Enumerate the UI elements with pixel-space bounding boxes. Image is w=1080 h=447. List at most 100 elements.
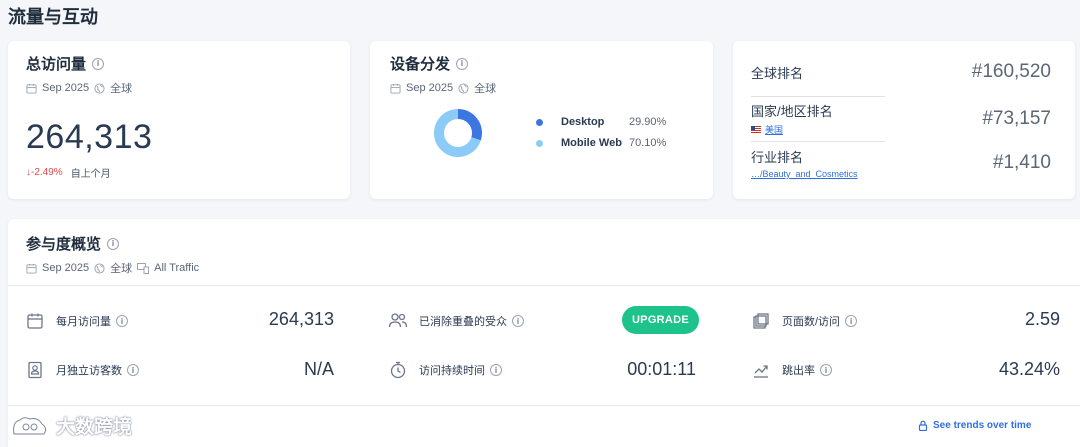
- legend-dot: [536, 139, 543, 147]
- divider: [751, 96, 885, 97]
- metric-dedup-audience: 已消除重叠的受众 i: [387, 310, 524, 332]
- legend-item-mobile-web: Mobile Web 70.10%: [536, 137, 666, 149]
- watermark: 大数跨境: [10, 412, 132, 439]
- country-link-text[interactable]: 美国: [765, 123, 783, 136]
- device-title: 设备分发 i: [390, 53, 693, 74]
- legend-pct: 70.10%: [629, 137, 667, 149]
- info-icon[interactable]: i: [127, 364, 139, 376]
- device-meta: Sep 2025 全球: [390, 80, 693, 96]
- change-label: 自上个月: [70, 169, 111, 180]
- traffic-devices-icon: [137, 262, 150, 274]
- engagement-header: 参与度概览 i Sep 2025 全球 All Traffic: [26, 233, 199, 276]
- total-visits-change: ↓-2.49% 自上个月: [26, 165, 332, 180]
- rank-row-country: 国家/地区排名 美国 #73,157: [751, 101, 1051, 136]
- rank-value: #1,410: [992, 152, 1051, 173]
- metric-label: 页面数/访问 i: [782, 313, 858, 329]
- info-icon[interactable]: i: [92, 57, 105, 70]
- period-text: Sep 2025: [42, 262, 90, 274]
- rank-label: 行业排名: [751, 150, 804, 165]
- legend-pct: 29.90%: [629, 116, 667, 128]
- metric-label: 月独立访客数 i: [56, 362, 139, 378]
- total-visits-value: 264,313: [26, 118, 153, 156]
- pages-icon: [750, 310, 772, 332]
- visit-duration-value: 00:01:11: [627, 359, 696, 379]
- rank-label: 全球排名: [751, 65, 804, 81]
- rank-value: #160,520: [971, 61, 1051, 82]
- unique-visitors-value: N/A: [303, 359, 334, 379]
- info-icon[interactable]: i: [845, 315, 858, 327]
- region-text: 全球: [474, 83, 497, 95]
- rank-label: 国家/地区排名: [751, 104, 833, 119]
- pages-per-visit-value: 2.59: [1024, 309, 1060, 329]
- users-icon: [387, 310, 409, 332]
- calendar-icon: [24, 310, 46, 332]
- metric-label: 访问持续时间 i: [419, 362, 502, 378]
- divider: [751, 141, 885, 142]
- region-text: 全球: [110, 263, 133, 275]
- info-icon[interactable]: i: [107, 237, 120, 250]
- metric-bounce-rate: 跳出率 i: [750, 359, 832, 381]
- total-visits-title-text: 总访问量: [26, 56, 87, 73]
- globe-icon: [94, 82, 105, 94]
- engagement-card: 参与度概览 i Sep 2025 全球 All Traffic: [8, 219, 1080, 447]
- rank-value: #73,157: [982, 107, 1051, 129]
- globe-icon: [458, 82, 469, 94]
- section-title: 流量与互动: [8, 7, 98, 27]
- region-text: 全球: [110, 83, 133, 95]
- info-icon[interactable]: i: [456, 57, 469, 70]
- industry-link[interactable]: …/Beauty_and_Cosmetics: [751, 169, 858, 179]
- watermark-logo-icon: [13, 416, 47, 434]
- legend-name: Mobile Web: [561, 137, 622, 149]
- total-visits-title: 总访问量 i: [26, 53, 332, 74]
- divider: [8, 405, 1080, 406]
- metric-pages-per-visit: 页面数/访问 i: [750, 310, 858, 332]
- visitor-card-icon: [24, 359, 46, 381]
- see-trends-text[interactable]: See trends over time: [933, 420, 1031, 431]
- calendar-icon: [26, 83, 37, 94]
- us-flag-icon: [751, 126, 761, 133]
- rank-row-global: 全球排名 #160,520: [751, 61, 1051, 83]
- ranks-card: 全球排名 #160,520 国家/地区排名 美国 #73,157 行业排名 …/…: [733, 41, 1075, 199]
- bounce-rate-value: 43.24%: [998, 359, 1060, 379]
- info-icon[interactable]: i: [512, 315, 524, 327]
- rank-row-industry: 行业排名 …/Beauty_and_Cosmetics #1,410: [751, 147, 1051, 179]
- bounce-trend-icon: [750, 359, 772, 381]
- metric-label: 跳出率 i: [782, 362, 832, 378]
- total-visits-meta: Sep 2025 全球: [26, 80, 332, 96]
- period-text: Sep 2025: [406, 82, 454, 94]
- metric-monthly-visits: 每月访问量 i: [24, 310, 128, 332]
- change-down-value: ↓-2.49%: [26, 167, 63, 178]
- total-visits-card: 总访问量 i Sep 2025 全球 264,313 ↓-2.49% 自上个月: [8, 41, 350, 199]
- rank-label-group: 国家/地区排名 美国: [751, 101, 833, 136]
- calendar-icon: [390, 83, 401, 94]
- period-text: Sep 2025: [42, 82, 90, 94]
- device-card: 设备分发 i Sep 2025 全球 Desktop 29.90% Mobile…: [370, 41, 713, 199]
- device-title-text: 设备分发: [390, 56, 451, 73]
- lock-icon: [918, 420, 928, 431]
- see-trends-link[interactable]: See trends over time: [918, 420, 1031, 431]
- info-icon[interactable]: i: [116, 315, 128, 327]
- legend-dot: [536, 118, 543, 126]
- engagement-title-text: 参与度概览: [26, 236, 102, 253]
- info-icon[interactable]: i: [490, 364, 502, 376]
- device-legend: Desktop 29.90% Mobile Web 70.10%: [536, 116, 666, 158]
- device-donut-chart: [434, 109, 482, 157]
- metric-unique-visitors: 月独立访客数 i: [24, 359, 139, 381]
- traffic-text: All Traffic: [154, 262, 200, 274]
- rank-label-group: 行业排名 …/Beauty_and_Cosmetics: [751, 147, 858, 179]
- legend-item-desktop: Desktop 29.90%: [536, 116, 666, 128]
- country-link[interactable]: 美国: [751, 123, 833, 136]
- monthly-visits-value: 264,313: [268, 309, 334, 329]
- watermark-text: 大数跨境: [56, 417, 133, 438]
- globe-icon: [94, 262, 105, 274]
- metric-visit-duration: 访问持续时间 i: [387, 359, 502, 381]
- engagement-title: 参与度概览 i: [26, 233, 199, 254]
- legend-name: Desktop: [561, 116, 605, 128]
- metric-label: 已消除重叠的受众 i: [419, 313, 524, 329]
- stopwatch-icon: [387, 359, 409, 381]
- engagement-meta: Sep 2025 全球 All Traffic: [26, 260, 199, 276]
- info-icon[interactable]: i: [820, 364, 832, 376]
- metric-label: 每月访问量 i: [56, 313, 128, 329]
- divider: [8, 285, 1080, 286]
- upgrade-button[interactable]: UPGRADE: [622, 306, 699, 334]
